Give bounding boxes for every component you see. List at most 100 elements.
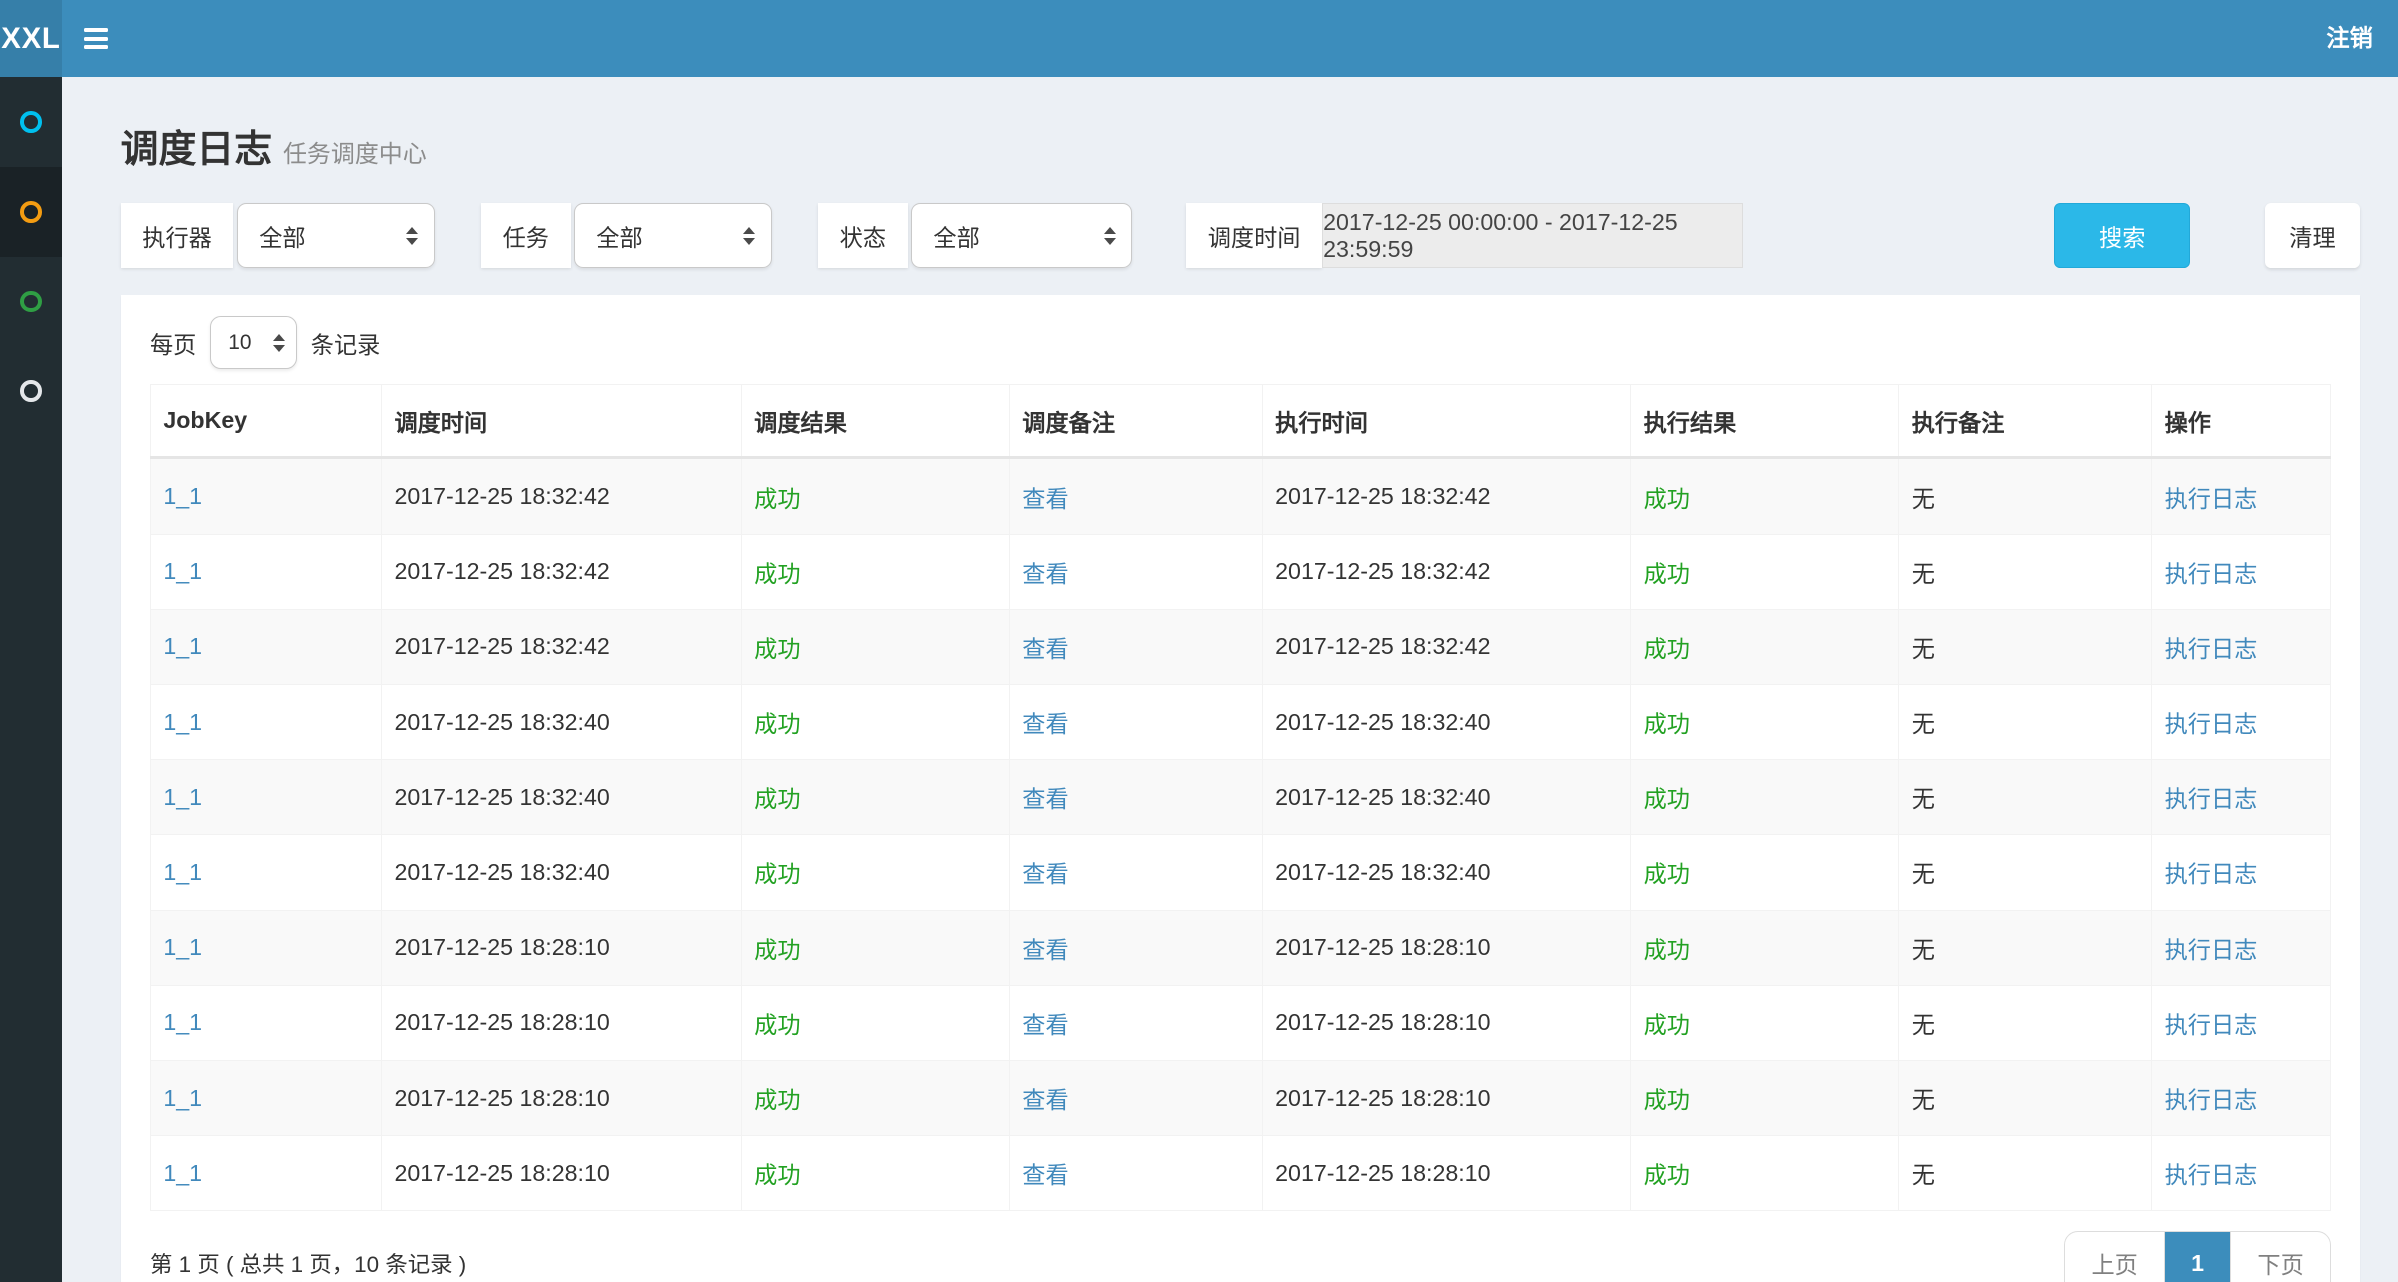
- cell-trigger-result: 成功: [741, 1136, 1009, 1211]
- jobkey-link[interactable]: 1_1: [163, 1160, 202, 1186]
- sidebar-item-3[interactable]: [0, 257, 62, 347]
- trigger-time-range-input[interactable]: 2017-12-25 00:00:00 - 2017-12-25 23:59:5…: [1322, 203, 1743, 268]
- exec-log-link[interactable]: 执行日志: [2165, 786, 2258, 812]
- cell-jobkey: 1_1: [151, 685, 382, 760]
- trigger-msg-link[interactable]: 查看: [1022, 636, 1068, 662]
- jobkey-link[interactable]: 1_1: [163, 709, 202, 735]
- filter-toolbar: 执行器 全部 任务 全部 状态 全部: [121, 203, 2361, 268]
- cell-trigger-result: 成功: [741, 1060, 1009, 1135]
- cell-handle-time: 2017-12-25 18:28:10: [1262, 1060, 1630, 1135]
- column-header-trigger-result[interactable]: 调度结果: [741, 385, 1009, 458]
- cell-trigger-result: 成功: [741, 685, 1009, 760]
- cell-trigger-time: 2017-12-25 18:28:10: [382, 985, 742, 1060]
- select-arrows-icon: [1104, 227, 1116, 245]
- exec-log-link[interactable]: 执行日志: [2165, 1162, 2258, 1188]
- cell-action: 执行日志: [2152, 910, 2331, 985]
- column-header-jobkey[interactable]: JobKey: [151, 385, 382, 458]
- exec-log-link[interactable]: 执行日志: [2165, 636, 2258, 662]
- trigger-msg-link[interactable]: 查看: [1022, 937, 1068, 963]
- pagination-prev-button[interactable]: 上页: [2065, 1232, 2165, 1282]
- sidebar-item-1[interactable]: [0, 77, 62, 167]
- jobkey-link[interactable]: 1_1: [163, 1009, 202, 1035]
- app-logo[interactable]: XXL: [0, 0, 62, 77]
- column-header-handle-msg[interactable]: 执行备注: [1899, 385, 2152, 458]
- status-filter-select[interactable]: 全部: [911, 203, 1132, 268]
- log-panel: 每页 10 条记录 JobKey 调度时间 调度结果 调度备注 执行时间: [121, 295, 2361, 1282]
- pagination-next-button[interactable]: 下页: [2230, 1232, 2330, 1282]
- exec-log-link[interactable]: 执行日志: [2165, 486, 2258, 512]
- cell-action: 执行日志: [2152, 685, 2331, 760]
- cell-handle-msg: 无: [1899, 534, 2152, 609]
- executor-filter-value: 全部: [259, 219, 305, 253]
- cell-handle-result: 成功: [1631, 1060, 1899, 1135]
- jobkey-link[interactable]: 1_1: [163, 784, 202, 810]
- jobkey-link[interactable]: 1_1: [163, 1085, 202, 1111]
- sidebar-item-2[interactable]: [0, 167, 62, 257]
- cell-trigger-result: 成功: [741, 760, 1009, 835]
- executor-filter-select[interactable]: 全部: [237, 203, 435, 268]
- trigger-msg-link[interactable]: 查看: [1022, 861, 1068, 887]
- jobkey-link[interactable]: 1_1: [163, 633, 202, 659]
- trigger-msg-link[interactable]: 查看: [1022, 711, 1068, 737]
- cell-jobkey: 1_1: [151, 458, 382, 534]
- exec-log-link[interactable]: 执行日志: [2165, 1087, 2258, 1113]
- jobkey-link[interactable]: 1_1: [163, 483, 202, 509]
- trigger-msg-link[interactable]: 查看: [1022, 561, 1068, 587]
- cell-trigger-time: 2017-12-25 18:28:10: [382, 910, 742, 985]
- cell-trigger-time: 2017-12-25 18:32:40: [382, 835, 742, 910]
- cell-trigger-time: 2017-12-25 18:32:42: [382, 458, 742, 534]
- sidebar-toggle-button[interactable]: [62, 0, 130, 77]
- column-header-trigger-msg[interactable]: 调度备注: [1009, 385, 1262, 458]
- cell-action: 执行日志: [2152, 760, 2331, 835]
- job-filter-value: 全部: [596, 219, 642, 253]
- table-row: 1_1 2017-12-25 18:28:10 成功 查看 2017-12-25…: [151, 985, 2331, 1060]
- select-arrows-icon: [743, 227, 755, 245]
- exec-log-link[interactable]: 执行日志: [2165, 561, 2258, 587]
- exec-log-link[interactable]: 执行日志: [2165, 1012, 2258, 1038]
- job-filter-select[interactable]: 全部: [574, 203, 772, 268]
- cell-handle-result: 成功: [1631, 609, 1899, 684]
- jobkey-link[interactable]: 1_1: [163, 934, 202, 960]
- cell-handle-msg: 无: [1899, 1136, 2152, 1211]
- cell-handle-msg: 无: [1899, 1060, 2152, 1135]
- cell-handle-result: 成功: [1631, 458, 1899, 534]
- cell-handle-time: 2017-12-25 18:32:42: [1262, 609, 1630, 684]
- cell-trigger-msg: 查看: [1009, 985, 1262, 1060]
- pagination-page-1[interactable]: 1: [2165, 1232, 2230, 1282]
- logout-link[interactable]: 注销: [2302, 0, 2398, 77]
- column-header-handle-result[interactable]: 执行结果: [1631, 385, 1899, 458]
- job-filter-label: 任务: [481, 203, 571, 268]
- column-header-action[interactable]: 操作: [2152, 385, 2331, 458]
- jobkey-link[interactable]: 1_1: [163, 859, 202, 885]
- trigger-msg-link[interactable]: 查看: [1022, 1162, 1068, 1188]
- sidebar-item-4[interactable]: [0, 346, 62, 436]
- search-button[interactable]: 搜索: [2054, 203, 2190, 268]
- exec-log-link[interactable]: 执行日志: [2165, 711, 2258, 737]
- sidebar: [0, 77, 62, 1282]
- trigger-msg-link[interactable]: 查看: [1022, 1087, 1068, 1113]
- page-size-prefix: 每页: [150, 326, 196, 360]
- clear-button[interactable]: 清理: [2265, 203, 2361, 268]
- cell-action: 执行日志: [2152, 1060, 2331, 1135]
- cell-action: 执行日志: [2152, 985, 2331, 1060]
- column-header-handle-time[interactable]: 执行时间: [1262, 385, 1630, 458]
- cell-trigger-time: 2017-12-25 18:32:42: [382, 534, 742, 609]
- cell-trigger-msg: 查看: [1009, 458, 1262, 534]
- trigger-msg-link[interactable]: 查看: [1022, 486, 1068, 512]
- exec-log-link[interactable]: 执行日志: [2165, 937, 2258, 963]
- page-size-control: 每页 10 条记录: [150, 316, 2331, 369]
- cell-handle-result: 成功: [1631, 534, 1899, 609]
- cell-trigger-msg: 查看: [1009, 534, 1262, 609]
- cell-jobkey: 1_1: [151, 985, 382, 1060]
- cell-trigger-msg: 查看: [1009, 835, 1262, 910]
- jobkey-link[interactable]: 1_1: [163, 558, 202, 584]
- page-size-select[interactable]: 10: [210, 316, 297, 369]
- cell-handle-msg: 无: [1899, 835, 2152, 910]
- column-header-trigger-time[interactable]: 调度时间: [382, 385, 742, 458]
- table-header-row: JobKey 调度时间 调度结果 调度备注 执行时间 执行结果 执行备注 操作: [151, 385, 2331, 458]
- trigger-msg-link[interactable]: 查看: [1022, 786, 1068, 812]
- exec-log-link[interactable]: 执行日志: [2165, 861, 2258, 887]
- cell-trigger-time: 2017-12-25 18:32:40: [382, 760, 742, 835]
- trigger-msg-link[interactable]: 查看: [1022, 1012, 1068, 1038]
- log-table: JobKey 调度时间 调度结果 调度备注 执行时间 执行结果 执行备注 操作 …: [150, 384, 2331, 1211]
